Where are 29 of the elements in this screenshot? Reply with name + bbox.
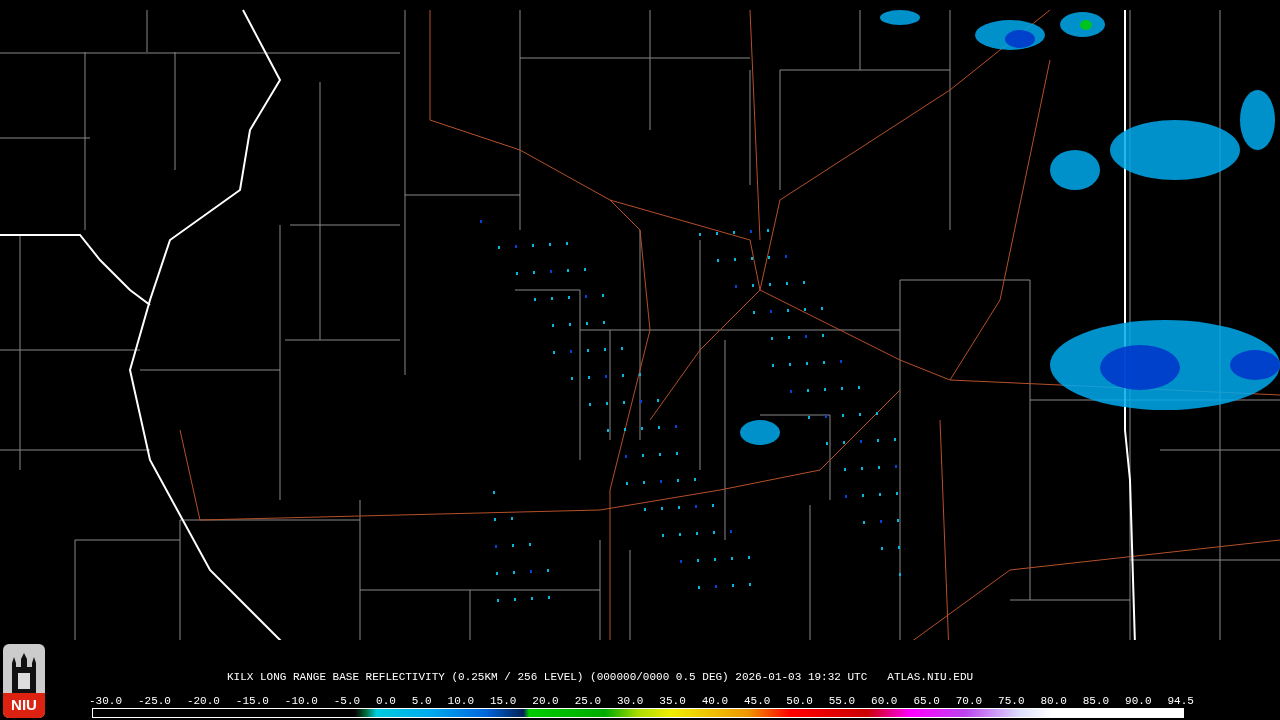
scale-label: 10.0: [447, 695, 474, 707]
scale-label: 65.0: [913, 695, 940, 707]
scale-label: 60.0: [871, 695, 898, 707]
scale-label: 70.0: [955, 695, 983, 707]
scale-label: 0.0: [376, 695, 396, 707]
scale-label: 94.5: [1167, 695, 1194, 707]
scale-label: 5.0: [411, 695, 432, 707]
scale-label: 20.0: [532, 695, 559, 707]
scale-label: 45.0: [744, 695, 771, 707]
scale-label: -30.0: [89, 695, 122, 707]
scale-label: -15.0: [235, 695, 269, 707]
scale-label: 30.0: [617, 695, 644, 707]
scale-label: 40.0: [701, 695, 729, 707]
scale-label: 85.0: [1082, 695, 1110, 707]
scale-label: 15.0: [489, 695, 517, 707]
scale-label: -25.0: [137, 695, 171, 707]
product-caption: KILX LONG RANGE BASE REFLECTIVITY (0.25KM / 256 LEVEL) (000000/0000 0.5 DEG) 2026-01-03 19:32 UTC: [227, 671, 868, 685]
scale-label: 35.0: [659, 695, 686, 707]
scale-label: 50.0: [786, 695, 813, 707]
scale-label: 80.0: [1040, 695, 1067, 707]
scale-label: 25.0: [574, 695, 602, 707]
scale-label: 75.0: [998, 695, 1025, 707]
scale-label: 55.0: [828, 695, 856, 707]
scale-label: -10.0: [284, 695, 318, 707]
scale-label: -20.0: [186, 695, 220, 707]
scale-label: -5.0: [333, 695, 361, 707]
scale-label: 90.0: [1125, 695, 1152, 707]
site-address: ATLAS.NIU.EDU: [887, 671, 974, 685]
logo-text: NIU: [3, 693, 45, 718]
